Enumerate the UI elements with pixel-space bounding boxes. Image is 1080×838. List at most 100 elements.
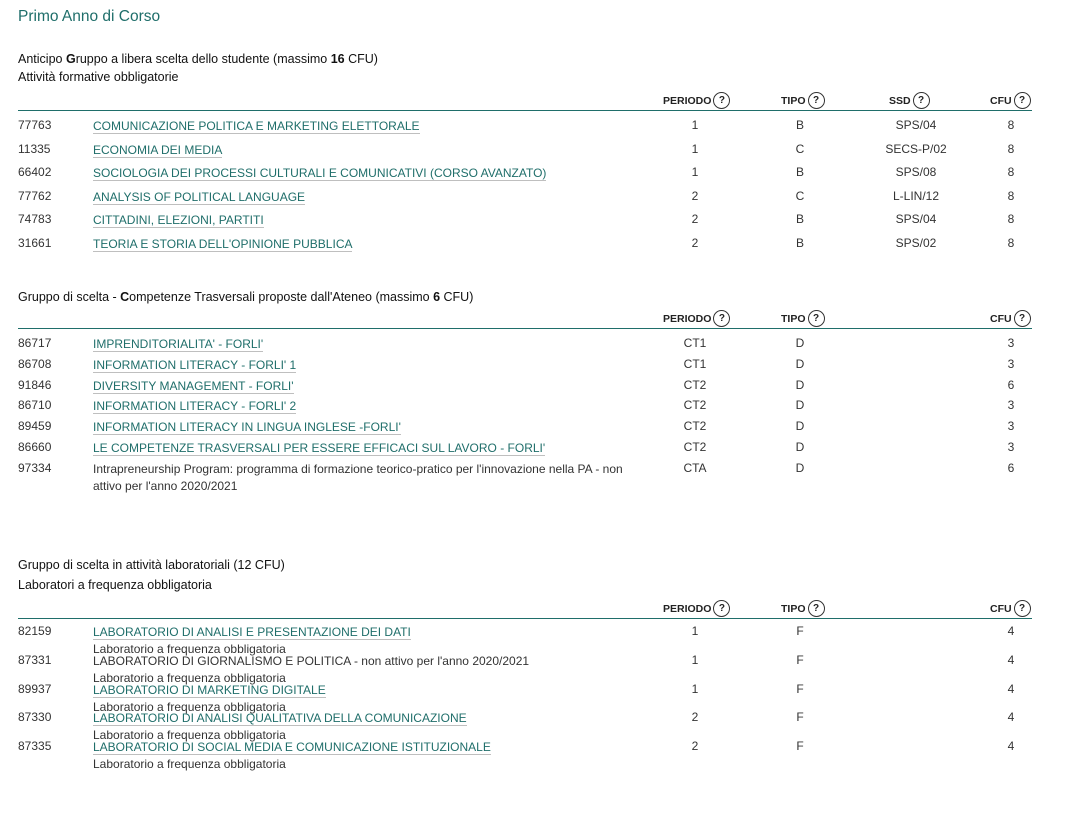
column-header-label: TIPO [781, 312, 806, 325]
cell-cfu: 4 [1007, 681, 1015, 696]
cell-cfu: 8 [1007, 118, 1015, 132]
cell-tipo: D [795, 398, 805, 413]
help-icon[interactable]: ? [912, 92, 930, 109]
cell-tipo: C [795, 141, 805, 156]
cell-cfu: 8 [1007, 165, 1015, 180]
column-header-periodo: PERIODO? [663, 600, 731, 617]
course-name-cell: INFORMATION LITERACY IN LINGUA INGLESE -… [93, 419, 653, 436]
help-icon[interactable]: ? [713, 310, 731, 327]
help-icon[interactable]: ? [713, 92, 731, 109]
cell-tipo: F [796, 652, 804, 667]
column-header-label: TIPO [781, 94, 806, 107]
course-link[interactable]: LABORATORIO DI SOCIAL MEDIA E COMUNICAZI… [93, 740, 491, 756]
course-link[interactable]: INFORMATION LITERACY - FORLI' 1 [93, 357, 297, 373]
group-1-title-max: 16 [330, 52, 345, 66]
course-name-cell: CITTADINI, ELEZIONI, PARTITI [93, 212, 653, 229]
cell-tipo: B [795, 118, 804, 132]
group-2-title-max: 6 [433, 290, 441, 304]
cell-cfu: 4 [1007, 652, 1015, 667]
group-2-title-bold: C [120, 290, 130, 304]
course-name-cell: LE COMPETENZE TRASVERSALI PER ESSERE EFF… [93, 440, 653, 457]
cell-periodo: CT1 [683, 336, 707, 350]
course-code: 86710 [18, 398, 52, 413]
cell-periodo: 1 [691, 118, 699, 132]
cell-tipo: D [795, 356, 805, 371]
cell-cfu: 3 [1007, 398, 1015, 413]
cell-cfu: 3 [1007, 419, 1015, 434]
course-link[interactable]: TEORIA E STORIA DELL'OPINIONE PUBBLICA [93, 237, 353, 252]
course-name-cell: LABORATORIO DI SOCIAL MEDIA E COMUNICAZI… [93, 739, 653, 773]
cell-cfu: 4 [1007, 624, 1015, 638]
course-code: 87335 [18, 739, 52, 754]
course-link[interactable]: SOCIOLOGIA DEI PROCESSI CULTURALI E COMU… [93, 166, 547, 182]
cell-ssd: SECS-P/02 [885, 141, 947, 156]
help-icon[interactable]: ? [807, 600, 825, 617]
cell-cfu: 3 [1007, 336, 1015, 350]
course-code: 86708 [18, 356, 52, 371]
cell-cfu: 8 [1007, 141, 1015, 156]
group-1-title-part: ruppo a libera scelta dello studente (ma… [75, 52, 331, 66]
column-header-cfu: CFU? [990, 310, 1031, 327]
cell-periodo: CT1 [683, 356, 707, 371]
group-1-subtitle: Attività formative obbligatorie [18, 70, 179, 84]
cell-tipo: B [795, 165, 804, 180]
cell-cfu: 3 [1007, 440, 1015, 454]
cell-cfu: 6 [1007, 377, 1015, 392]
group-2-title-part: Gruppo di scelta - [18, 290, 121, 304]
cell-cfu: 8 [1007, 236, 1015, 250]
column-header-label: PERIODO [663, 312, 712, 325]
group-1-title-bold: G [65, 52, 76, 66]
help-icon[interactable]: ? [1013, 310, 1031, 327]
course-name-cell: INFORMATION LITERACY - FORLI' 1 [93, 357, 653, 374]
help-icon[interactable]: ? [713, 600, 731, 617]
course-code: 89459 [18, 419, 52, 434]
column-header-periodo: PERIODO? [663, 310, 731, 327]
course-code: 74783 [18, 212, 52, 227]
course-link[interactable]: DIVERSITY MANAGEMENT - FORLI' [93, 378, 294, 394]
course-link[interactable]: LABORATORIO DI ANALISI QUALITATIVA DELLA… [93, 711, 467, 727]
course-name-cell: ECONOMIA DEI MEDIA [93, 142, 653, 159]
course-note: Laboratorio a frequenza obbligatoria [93, 757, 286, 772]
course-link[interactable]: LE COMPETENZE TRASVERSALI PER ESSERE EFF… [93, 441, 546, 456]
course-code: 86660 [18, 440, 52, 454]
help-icon[interactable]: ? [1013, 92, 1031, 109]
course-link[interactable]: ECONOMIA DEI MEDIA [93, 142, 223, 158]
course-code: 82159 [18, 624, 52, 638]
help-icon[interactable]: ? [1013, 600, 1031, 617]
column-header-cfu: CFU? [990, 92, 1031, 109]
group-3-title: Gruppo di scelta in attività laboratoria… [18, 558, 285, 572]
course-code: 77763 [18, 118, 52, 132]
course-name-cell: DIVERSITY MANAGEMENT - FORLI' [93, 378, 653, 395]
help-icon[interactable]: ? [807, 310, 825, 327]
group-2-title: Gruppo di scelta - Competenze Trasversal… [18, 290, 473, 304]
course-link[interactable]: IMPRENDITORIALITA' - FORLI' [93, 337, 264, 352]
group-3-table-header: PERIODO? TIPO? CFU? [18, 600, 1032, 619]
course-name-cell: COMUNICAZIONE POLITICA E MARKETING ELETT… [93, 118, 653, 135]
course-link[interactable]: INFORMATION LITERACY - FORLI' 2 [93, 399, 297, 415]
group-2-title-part: ompetenze Trasversali proposte dall'Aten… [129, 290, 434, 304]
cell-periodo: CT2 [683, 377, 707, 392]
course-name: Intrapreneurship Program: programma di f… [93, 461, 623, 493]
help-icon[interactable]: ? [807, 92, 825, 109]
course-link[interactable]: LABORATORIO DI ANALISI E PRESENTAZIONE D… [93, 625, 411, 640]
course-link[interactable]: COMUNICAZIONE POLITICA E MARKETING ELETT… [93, 119, 420, 134]
column-header-label: PERIODO [663, 602, 712, 615]
cell-periodo: 2 [691, 212, 699, 227]
cell-cfu: 4 [1007, 739, 1015, 754]
course-code: 11335 [18, 141, 51, 156]
cell-periodo: 2 [691, 188, 699, 203]
cell-cfu: 3 [1007, 356, 1015, 371]
cell-periodo: 1 [691, 624, 699, 638]
course-link[interactable]: INFORMATION LITERACY IN LINGUA INGLESE -… [93, 420, 401, 436]
course-name-cell: IMPRENDITORIALITA' - FORLI' [93, 336, 653, 353]
cell-ssd: SPS/04 [895, 118, 937, 132]
cell-ssd: L-LIN/12 [892, 188, 940, 203]
column-header-label: CFU [990, 602, 1012, 615]
course-name-cell: INFORMATION LITERACY - FORLI' 2 [93, 398, 653, 415]
cell-tipo: D [795, 336, 805, 350]
column-header-label: CFU [990, 312, 1012, 325]
course-link[interactable]: CITTADINI, ELEZIONI, PARTITI [93, 213, 264, 229]
course-link[interactable]: ANALYSIS OF POLITICAL LANGUAGE [93, 189, 306, 205]
cell-tipo: F [796, 624, 804, 638]
course-link[interactable]: LABORATORIO DI MARKETING DIGITALE [93, 682, 326, 698]
